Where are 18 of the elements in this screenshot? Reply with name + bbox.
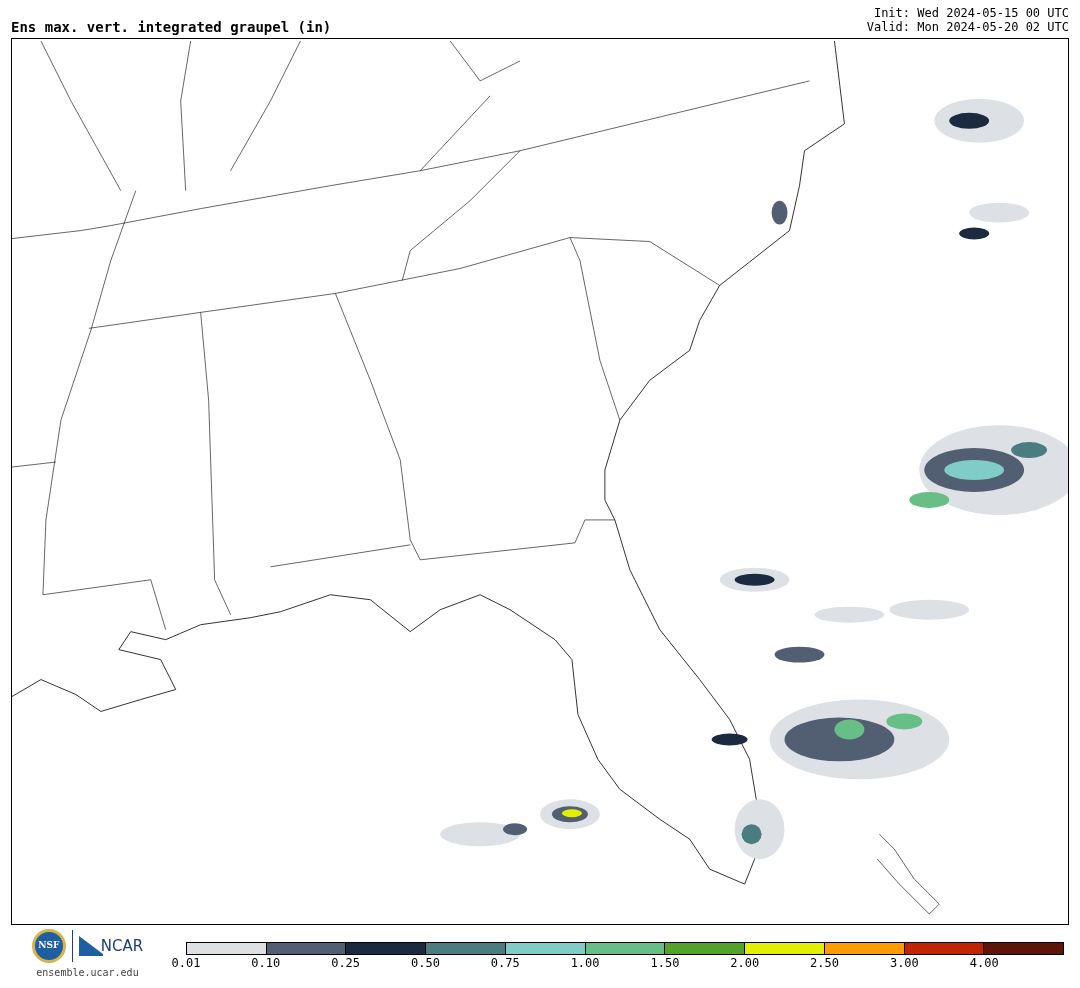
tick-label: 2.50 [810,957,839,969]
nsf-logo: NSF [31,929,66,963]
ncar-logo: NCAR [100,935,144,957]
init-time: Init: Wed 2024-05-15 00 UTC [873,6,1069,20]
tick-label: 1.00 [570,957,600,969]
tick-label: 0.10 [251,957,281,969]
tick-label: 0.01 [171,957,201,969]
chart-title: Ens max. vert. integrated graupel (in) [11,20,332,34]
website-url: ensemble.ucar.edu [36,966,139,980]
valid-time: Valid: Mon 2024-05-20 02 UTC [866,20,1069,34]
tick-label: 0.50 [411,957,440,969]
tick-label: 0.25 [331,957,361,969]
tick-label: 2.00 [730,957,760,969]
tick-label: 0.75 [490,957,520,969]
tick-label: 4.00 [969,957,999,969]
tick-label: 3.00 [889,957,919,969]
tick-label: 1.50 [650,957,680,969]
swoosh-icon [78,936,103,956]
